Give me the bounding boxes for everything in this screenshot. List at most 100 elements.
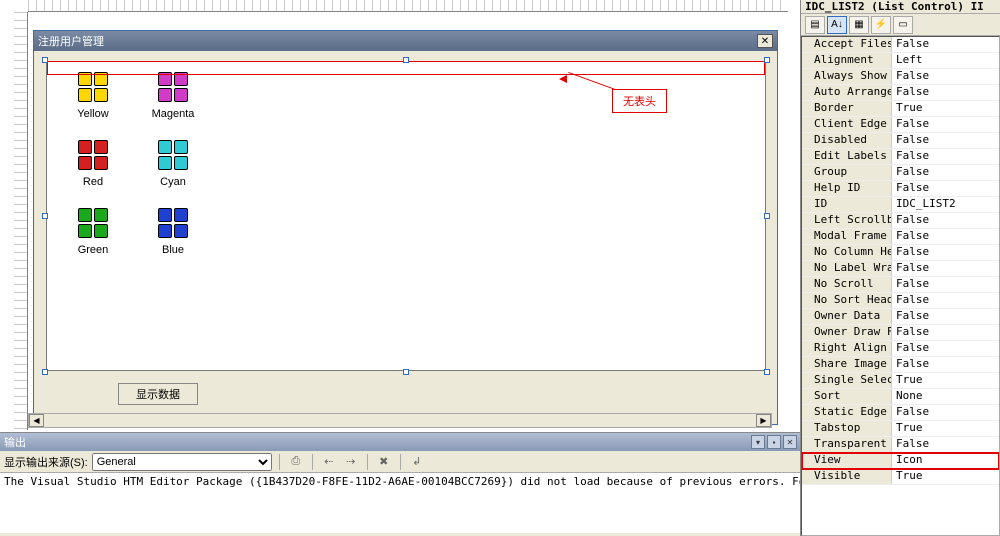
- property-row[interactable]: Owner DataFalse: [802, 309, 999, 325]
- property-value[interactable]: False: [892, 245, 999, 260]
- property-value[interactable]: False: [892, 85, 999, 100]
- property-row[interactable]: Accept FilesFalse: [802, 37, 999, 53]
- property-value[interactable]: False: [892, 213, 999, 228]
- property-value[interactable]: False: [892, 261, 999, 276]
- list-item[interactable]: Red: [53, 138, 133, 188]
- property-value[interactable]: Icon: [892, 453, 999, 468]
- property-value[interactable]: IDC_LIST2: [892, 197, 999, 212]
- events-icon[interactable]: ⚡: [871, 16, 891, 34]
- selection-handle[interactable]: [764, 213, 770, 219]
- property-row[interactable]: DisabledFalse: [802, 133, 999, 149]
- property-value[interactable]: True: [892, 373, 999, 388]
- selection-handle[interactable]: [42, 213, 48, 219]
- output-text[interactable]: The Visual Studio HTM Editor Package ({1…: [0, 473, 800, 533]
- property-value[interactable]: False: [892, 165, 999, 180]
- property-row[interactable]: IDIDC_LIST2: [802, 197, 999, 213]
- property-row[interactable]: Client EdgeFalse: [802, 117, 999, 133]
- property-row[interactable]: Auto ArrangeFalse: [802, 85, 999, 101]
- property-value[interactable]: False: [892, 357, 999, 372]
- design-surface[interactable]: 注册用户管理 ✕ YellowMagentaRedCyanGreenBlue 无…: [28, 12, 788, 430]
- property-row[interactable]: Owner Draw FiFalse: [802, 325, 999, 341]
- property-row[interactable]: No Sort HeadeFalse: [802, 293, 999, 309]
- property-value[interactable]: False: [892, 229, 999, 244]
- property-row[interactable]: Right Align TFalse: [802, 341, 999, 357]
- property-row[interactable]: No Column HeaFalse: [802, 245, 999, 261]
- wrap-icon[interactable]: ↲: [408, 453, 426, 471]
- property-row[interactable]: No Label WrapFalse: [802, 261, 999, 277]
- output-source-select[interactable]: General: [92, 453, 272, 471]
- property-value[interactable]: False: [892, 117, 999, 132]
- property-row[interactable]: BorderTrue: [802, 101, 999, 117]
- categorized-icon[interactable]: ▤: [805, 16, 825, 34]
- property-value[interactable]: False: [892, 149, 999, 164]
- find-icon[interactable]: ⎙: [287, 453, 305, 471]
- property-row[interactable]: No ScrollFalse: [802, 277, 999, 293]
- property-value[interactable]: True: [892, 421, 999, 436]
- properties-icon[interactable]: ▦: [849, 16, 869, 34]
- messages-icon[interactable]: ▭: [893, 16, 913, 34]
- property-value[interactable]: False: [892, 181, 999, 196]
- scroll-right-icon[interactable]: ▶: [756, 414, 771, 427]
- selection-handle[interactable]: [42, 369, 48, 375]
- list-item[interactable]: Magenta: [133, 70, 213, 120]
- selection-handle[interactable]: [403, 57, 409, 63]
- property-row[interactable]: Always Show SFalse: [802, 69, 999, 85]
- selection-handle[interactable]: [403, 369, 409, 375]
- output-source-label: 显示输出来源(S):: [4, 454, 88, 470]
- list-item[interactable]: Green: [53, 206, 133, 256]
- show-data-button[interactable]: 显示数据: [118, 383, 198, 405]
- horizontal-scrollbar[interactable]: ◀ ▶: [28, 413, 772, 428]
- alphabetical-icon[interactable]: A↓: [827, 16, 847, 34]
- property-row[interactable]: AlignmentLeft: [802, 53, 999, 69]
- property-name: Share Image L: [802, 357, 892, 372]
- property-row[interactable]: Share Image LFalse: [802, 357, 999, 373]
- property-row[interactable]: ViewIcon: [802, 453, 999, 469]
- property-row[interactable]: Single SelectTrue: [802, 373, 999, 389]
- property-value[interactable]: False: [892, 37, 999, 52]
- property-value[interactable]: False: [892, 69, 999, 84]
- prev-icon[interactable]: ⇠: [320, 453, 338, 471]
- property-row[interactable]: Left ScrollbaFalse: [802, 213, 999, 229]
- property-row[interactable]: Edit LabelsFalse: [802, 149, 999, 165]
- property-row[interactable]: TransparentFalse: [802, 437, 999, 453]
- list-item[interactable]: Cyan: [133, 138, 213, 188]
- property-value[interactable]: False: [892, 405, 999, 420]
- property-value[interactable]: True: [892, 469, 999, 484]
- close-icon[interactable]: ✕: [757, 34, 773, 48]
- clear-icon[interactable]: ✖: [375, 453, 393, 471]
- dropdown-icon[interactable]: ▾: [751, 435, 765, 449]
- scroll-left-icon[interactable]: ◀: [29, 414, 44, 427]
- property-row[interactable]: Modal FrameFalse: [802, 229, 999, 245]
- output-header[interactable]: 输出 ▾ ▪ ✕: [0, 433, 800, 451]
- property-value[interactable]: Left: [892, 53, 999, 68]
- property-name: No Sort Heade: [802, 293, 892, 308]
- property-value[interactable]: False: [892, 437, 999, 452]
- list-item[interactable]: Yellow: [53, 70, 133, 120]
- property-row[interactable]: SortNone: [802, 389, 999, 405]
- property-row[interactable]: GroupFalse: [802, 165, 999, 181]
- dialog-titlebar[interactable]: 注册用户管理 ✕: [34, 31, 777, 51]
- property-value[interactable]: False: [892, 133, 999, 148]
- property-value[interactable]: True: [892, 101, 999, 116]
- pin-icon[interactable]: ▪: [767, 435, 781, 449]
- property-value[interactable]: False: [892, 325, 999, 340]
- next-icon[interactable]: ⇢: [342, 453, 360, 471]
- property-row[interactable]: VisibleTrue: [802, 469, 999, 485]
- dialog-window[interactable]: 注册用户管理 ✕ YellowMagentaRedCyanGreenBlue 无…: [33, 30, 778, 425]
- property-value[interactable]: False: [892, 293, 999, 308]
- selection-handle[interactable]: [764, 57, 770, 63]
- list-item[interactable]: Blue: [133, 206, 213, 256]
- close-icon[interactable]: ✕: [783, 435, 797, 449]
- property-name: Disabled: [802, 133, 892, 148]
- property-row[interactable]: TabstopTrue: [802, 421, 999, 437]
- property-value[interactable]: False: [892, 277, 999, 292]
- property-row[interactable]: Help IDFalse: [802, 181, 999, 197]
- selection-handle[interactable]: [764, 369, 770, 375]
- property-value[interactable]: False: [892, 309, 999, 324]
- property-value[interactable]: None: [892, 389, 999, 404]
- property-row[interactable]: Static EdgeFalse: [802, 405, 999, 421]
- properties-grid[interactable]: Accept FilesFalseAlignmentLeftAlways Sho…: [801, 36, 1000, 536]
- property-name: No Scroll: [802, 277, 892, 292]
- selection-handle[interactable]: [42, 57, 48, 63]
- property-value[interactable]: False: [892, 341, 999, 356]
